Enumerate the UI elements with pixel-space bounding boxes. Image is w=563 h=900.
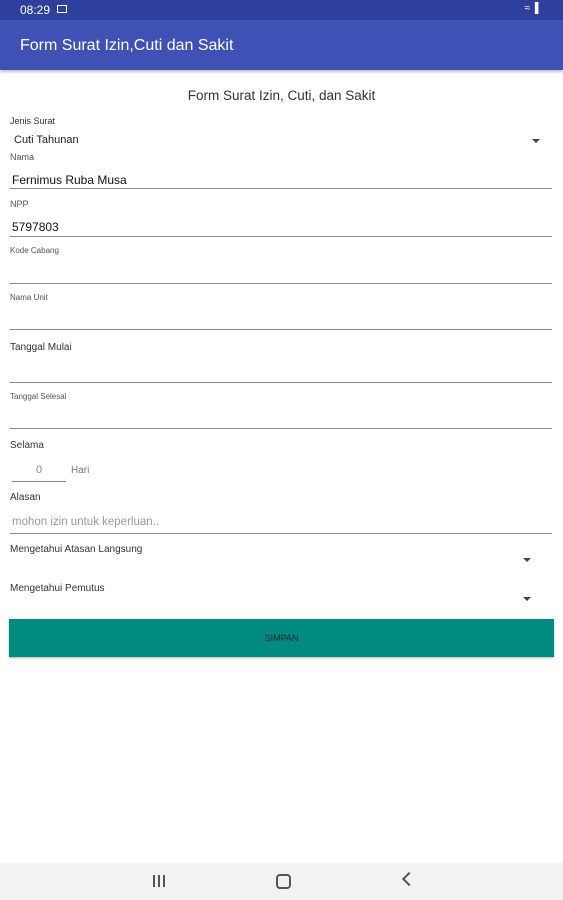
simpan-button[interactable]: SIMPAN [9, 619, 554, 657]
selama-underline [12, 481, 66, 482]
app-title: Form Surat Izin,Cuti dan Sakit [20, 37, 234, 54]
jenis-surat-label: Jenis Surat [10, 116, 56, 126]
status-time: 08:29 [20, 3, 51, 17]
pemutus-label: Mengetahui Pemutus [10, 583, 105, 594]
selama-input[interactable]: 0 [12, 464, 66, 476]
app-bar: Form Surat Izin,Cuti dan Sakit [0, 20, 563, 70]
alasan-underline [10, 533, 552, 534]
atasan-label: Mengetahui Atasan Langsung [10, 544, 143, 555]
npp-underline [10, 236, 552, 237]
npp-input[interactable]: 5797803 [12, 220, 59, 234]
home-icon[interactable] [276, 874, 291, 889]
jenis-surat-spinner[interactable]: Cuti Tahunan [14, 134, 79, 146]
hari-unit-label: Hari [71, 465, 90, 476]
dropdown-arrow-icon[interactable] [532, 139, 540, 143]
alasan-label: Alasan [10, 492, 41, 503]
gallery-notification-icon [57, 5, 67, 13]
npp-label: NPP [10, 199, 29, 209]
nama-input[interactable]: Fernimus Ruba Musa [12, 173, 127, 187]
nama-label: Nama [10, 152, 35, 162]
nama-unit-label: Nama Unit [10, 293, 48, 302]
kode-cabang-label: Kode Cabang [10, 246, 59, 255]
tanggal-mulai-underline [10, 382, 552, 383]
tanggal-selesai-label: Tanggal Selesai [10, 392, 67, 401]
nama-unit-underline [10, 329, 552, 330]
selama-label: Selama [10, 440, 44, 451]
back-icon[interactable] [401, 871, 417, 887]
tanggal-selesai-underline [10, 428, 552, 429]
nama-underline [10, 188, 552, 189]
kode-cabang-underline [10, 283, 552, 284]
dropdown-arrow-icon[interactable] [523, 597, 531, 601]
dropdown-arrow-icon[interactable] [523, 558, 531, 562]
alasan-input[interactable]: mohon izin untuk keperluan.. [12, 516, 159, 528]
status-icons: ≈ ▌ [524, 3, 543, 14]
status-bar: 08:29 ≈ ▌ [0, 0, 563, 20]
tanggal-mulai-label: Tanggal Mulai [10, 342, 72, 353]
recents-icon[interactable] [153, 875, 167, 887]
navigation-bar [0, 863, 563, 900]
form-title: Form Surat Izin, Cuti, dan Sakit [187, 88, 376, 103]
